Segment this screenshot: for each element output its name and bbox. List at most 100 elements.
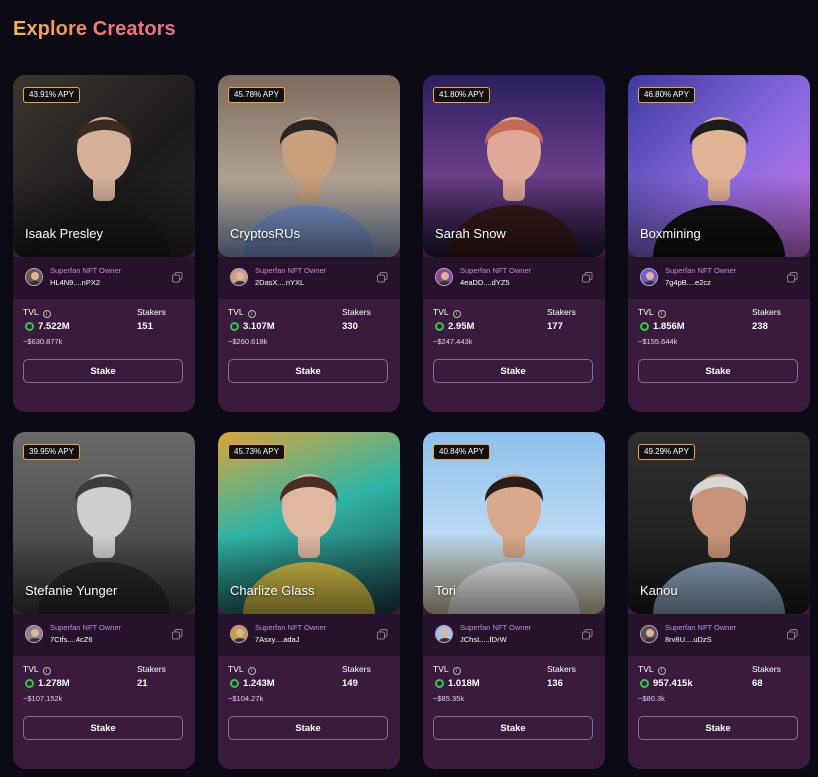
owner-avatar[interactable] <box>640 268 658 286</box>
owner-avatar[interactable] <box>435 625 453 643</box>
info-icon[interactable]: i <box>247 310 256 318</box>
creator-photo[interactable]: 43.91% APY Isaak Presley <box>13 75 195 257</box>
owner-address: 4eaDD....dYZ5 <box>460 278 510 287</box>
creator-card: 45.73% APY Charlize Glass Superfan NFT O… <box>218 432 400 769</box>
stakers-label: Stakers <box>137 307 166 317</box>
superfan-owner-row: Superfan NFT Owner 2DasX....nYXL <box>218 257 400 299</box>
owner-avatar[interactable] <box>230 268 248 286</box>
stakers-label: Stakers <box>342 664 371 674</box>
creator-name: Sarah Snow <box>435 226 506 241</box>
creator-photo[interactable]: 41.80% APY Sarah Snow <box>423 75 605 257</box>
tvl-usd-value: ~$247.443k <box>433 337 473 346</box>
info-icon[interactable]: i <box>42 310 51 318</box>
creator-card: 46.80% APY Boxmining Superfan NFT Owner … <box>628 75 810 412</box>
superfan-owner-row: Superfan NFT Owner 8rv8U....uDzS <box>628 614 810 656</box>
creator-photo[interactable]: 40.84% APY Tori <box>423 432 605 614</box>
creator-photo[interactable]: 49.29% APY Kanou <box>628 432 810 614</box>
tvl-value: 1.278M <box>38 678 70 689</box>
stakers-value: 151 <box>137 321 153 332</box>
stakers-label: Stakers <box>342 307 371 317</box>
apy-badge: 41.80% APY <box>433 87 490 103</box>
stakers-label: Stakers <box>137 664 166 674</box>
creator-name: Kanou <box>640 583 678 598</box>
tvl-usd-value: ~$155.644k <box>638 337 678 346</box>
creator-card: 49.29% APY Kanou Superfan NFT Owner 8rv8… <box>628 432 810 769</box>
creator-photo[interactable]: 45.73% APY Charlize Glass <box>218 432 400 614</box>
tvl-label: TVL i <box>228 307 256 318</box>
stakers-value: 330 <box>342 321 358 332</box>
info-icon[interactable]: i <box>657 310 666 318</box>
info-icon[interactable]: i <box>657 667 666 675</box>
info-icon[interactable]: i <box>452 310 461 318</box>
info-icon[interactable]: i <box>42 667 51 675</box>
owner-avatar[interactable] <box>640 625 658 643</box>
tvl-value: 7.522M <box>38 321 70 332</box>
copy-icon[interactable] <box>582 272 593 283</box>
photo-shade <box>423 534 605 614</box>
stake-button[interactable]: Stake <box>23 359 183 383</box>
creator-photo[interactable]: 46.80% APY Boxmining <box>628 75 810 257</box>
creator-photo[interactable]: 45.78% APY CryptosRUs <box>218 75 400 257</box>
info-icon[interactable]: i <box>452 667 461 675</box>
owner-label: Superfan NFT Owner <box>255 623 327 632</box>
stakers-value: 136 <box>547 678 563 689</box>
tvl-label: TVL i <box>638 307 666 318</box>
stake-button[interactable]: Stake <box>638 359 798 383</box>
apy-badge: 45.78% APY <box>228 87 285 103</box>
apy-badge: 46.80% APY <box>638 87 695 103</box>
creator-photo[interactable]: 39.95% APY Stefanie Yunger <box>13 432 195 614</box>
owner-address: 2DasX....nYXL <box>255 278 305 287</box>
apy-badge: 45.73% APY <box>228 444 285 460</box>
creator-card: 45.78% APY CryptosRUs Superfan NFT Owner… <box>218 75 400 412</box>
tvl-usd-value: ~$260.618k <box>228 337 268 346</box>
token-ring-icon <box>640 679 649 688</box>
tvl-value: 3.107M <box>243 321 275 332</box>
tvl-value: 1.856M <box>653 321 685 332</box>
copy-icon[interactable] <box>582 629 593 640</box>
stake-button[interactable]: Stake <box>638 716 798 740</box>
copy-icon[interactable] <box>787 272 798 283</box>
stakers-label: Stakers <box>547 307 576 317</box>
owner-avatar[interactable] <box>435 268 453 286</box>
tvl-value: 1.243M <box>243 678 275 689</box>
owner-address: 7g4pB....e2cz <box>665 278 711 287</box>
tvl-value: 2.95M <box>448 321 475 332</box>
stake-button[interactable]: Stake <box>23 716 183 740</box>
apy-badge: 39.95% APY <box>23 444 80 460</box>
copy-icon[interactable] <box>787 629 798 640</box>
copy-icon[interactable] <box>172 272 183 283</box>
owner-avatar[interactable] <box>25 268 43 286</box>
creator-name: Tori <box>435 583 456 598</box>
copy-icon[interactable] <box>377 272 388 283</box>
owner-avatar[interactable] <box>25 625 43 643</box>
stake-button[interactable]: Stake <box>228 359 388 383</box>
copy-icon[interactable] <box>377 629 388 640</box>
stakers-value: 149 <box>342 678 358 689</box>
stake-button[interactable]: Stake <box>228 716 388 740</box>
stake-button[interactable]: Stake <box>433 359 593 383</box>
stake-button[interactable]: Stake <box>433 716 593 740</box>
creator-name: CryptosRUs <box>230 226 301 241</box>
owner-label: Superfan NFT Owner <box>665 623 737 632</box>
token-ring-icon <box>25 679 34 688</box>
tvl-usd-value: ~$630.877k <box>23 337 63 346</box>
owner-label: Superfan NFT Owner <box>255 266 327 275</box>
token-ring-icon <box>25 322 34 331</box>
tvl-label: TVL i <box>23 307 51 318</box>
info-icon[interactable]: i <box>247 667 256 675</box>
creator-name: Charlize Glass <box>230 583 315 598</box>
tvl-value: 1.018M <box>448 678 480 689</box>
tvl-usd-value: ~$104.27k <box>228 694 264 703</box>
tvl-label: TVL i <box>433 664 461 675</box>
owner-avatar[interactable] <box>230 625 248 643</box>
creator-card: 43.91% APY Isaak Presley Superfan NFT Ow… <box>13 75 195 412</box>
token-ring-icon <box>435 322 444 331</box>
owner-label: Superfan NFT Owner <box>460 623 532 632</box>
photo-shade <box>628 177 810 257</box>
owner-address: 8rv8U....uDzS <box>665 635 712 644</box>
copy-icon[interactable] <box>172 629 183 640</box>
stakers-label: Stakers <box>752 664 781 674</box>
creator-card: 41.80% APY Sarah Snow Superfan NFT Owner… <box>423 75 605 412</box>
stakers-label: Stakers <box>752 307 781 317</box>
superfan-owner-row: Superfan NFT Owner 7Asxy....adaJ <box>218 614 400 656</box>
